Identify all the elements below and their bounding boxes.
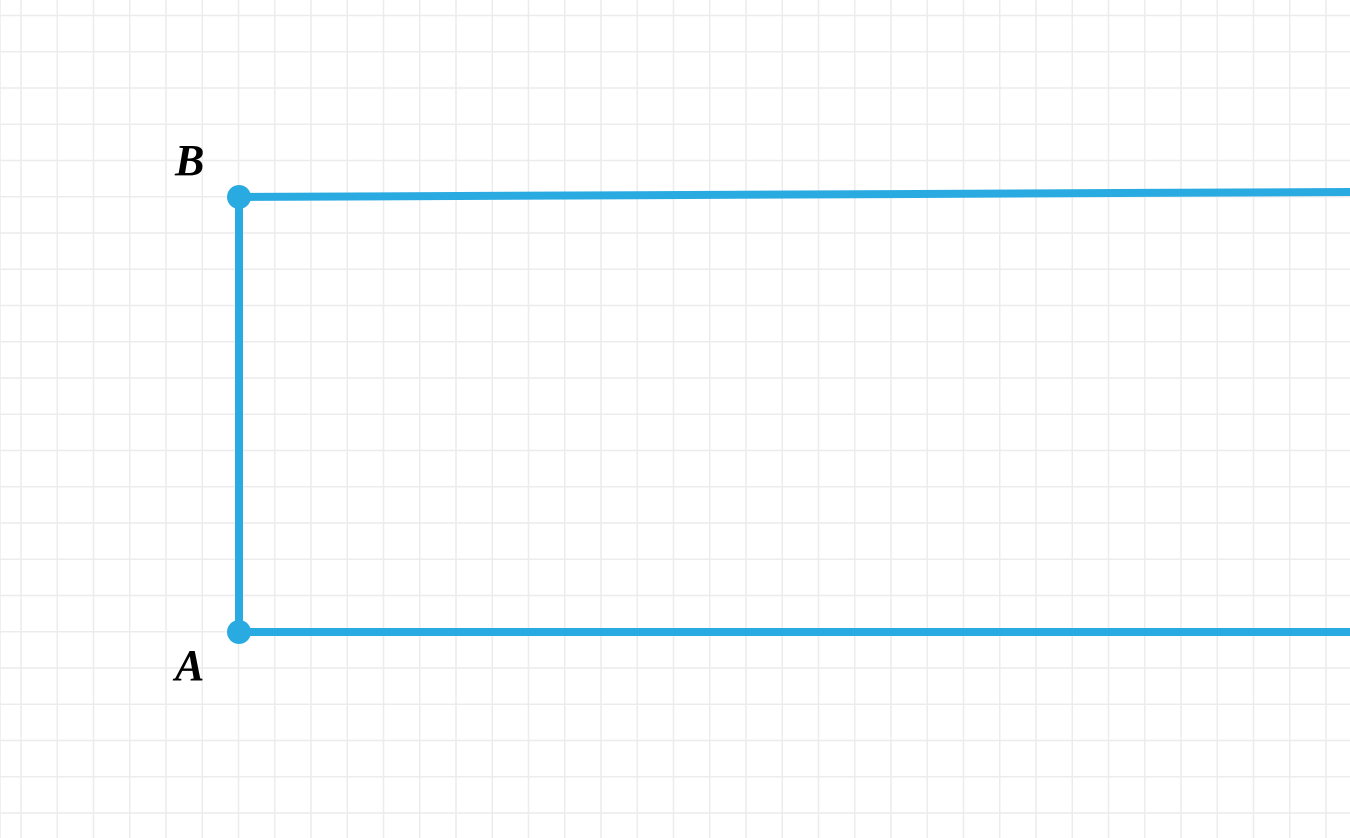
point-b	[227, 185, 251, 209]
ray-from-b	[239, 192, 1350, 197]
label-a: A	[175, 640, 204, 691]
point-a	[227, 620, 251, 644]
grid	[0, 0, 1350, 838]
label-b: B	[175, 135, 204, 186]
geometry-diagram	[0, 0, 1350, 838]
geometry-lines	[239, 192, 1350, 632]
